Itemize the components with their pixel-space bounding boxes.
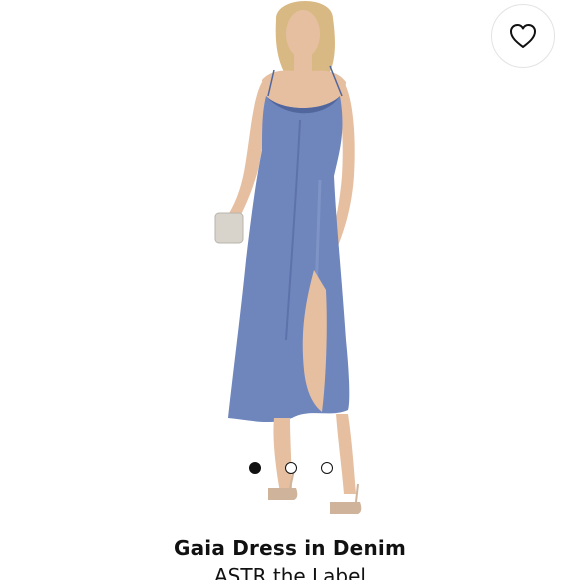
product-photo[interactable] xyxy=(0,0,580,530)
product-screen: Gaia Dress in Denim ASTR the Label xyxy=(0,0,580,580)
carousel-dots xyxy=(0,462,580,476)
carousel-dot-2[interactable] xyxy=(285,462,297,474)
carousel-dot-1[interactable] xyxy=(249,462,261,474)
product-title: Gaia Dress in Denim xyxy=(174,536,406,560)
product-brand[interactable]: ASTR the Label xyxy=(0,564,580,580)
dress-photo-illustration xyxy=(214,0,362,514)
wishlist-button[interactable] xyxy=(491,4,555,68)
carousel-dot-3[interactable] xyxy=(321,462,333,474)
heart-outline-icon xyxy=(510,24,536,48)
